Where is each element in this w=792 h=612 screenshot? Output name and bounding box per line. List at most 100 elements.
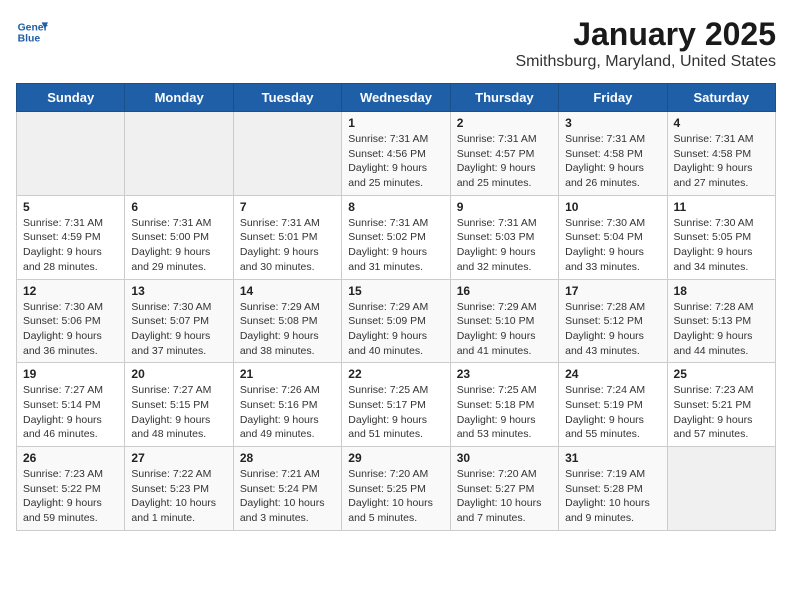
calendar-day-cell: 12 Sunrise: 7:30 AM Sunset: 5:06 PM Dayli…	[17, 279, 125, 363]
calendar-day-cell: 16 Sunrise: 7:29 AM Sunset: 5:10 PM Dayli…	[450, 279, 558, 363]
calendar-week-5: 26 Sunrise: 7:23 AM Sunset: 5:22 PM Dayli…	[17, 447, 776, 531]
weekday-header-monday: Monday	[125, 84, 233, 112]
day-number: 24	[565, 367, 660, 381]
day-info: Sunrise: 7:26 AM Sunset: 5:16 PM Dayligh…	[240, 383, 335, 442]
calendar-day-cell: 25 Sunrise: 7:23 AM Sunset: 5:21 PM Dayli…	[667, 363, 775, 447]
weekday-header-wednesday: Wednesday	[342, 84, 450, 112]
day-info: Sunrise: 7:20 AM Sunset: 5:25 PM Dayligh…	[348, 467, 443, 526]
calendar-day-cell: 6 Sunrise: 7:31 AM Sunset: 5:00 PM Daylig…	[125, 195, 233, 279]
day-info: Sunrise: 7:27 AM Sunset: 5:15 PM Dayligh…	[131, 383, 226, 442]
day-number: 13	[131, 284, 226, 298]
day-number: 19	[23, 367, 118, 381]
logo: General Blue	[16, 16, 48, 48]
day-number: 26	[23, 451, 118, 465]
day-number: 25	[674, 367, 769, 381]
day-info: Sunrise: 7:20 AM Sunset: 5:27 PM Dayligh…	[457, 467, 552, 526]
day-number: 1	[348, 116, 443, 130]
day-info: Sunrise: 7:27 AM Sunset: 5:14 PM Dayligh…	[23, 383, 118, 442]
day-number: 14	[240, 284, 335, 298]
day-info: Sunrise: 7:31 AM Sunset: 4:58 PM Dayligh…	[565, 132, 660, 191]
calendar-day-cell: 18 Sunrise: 7:28 AM Sunset: 5:13 PM Dayli…	[667, 279, 775, 363]
day-info: Sunrise: 7:21 AM Sunset: 5:24 PM Dayligh…	[240, 467, 335, 526]
day-number: 18	[674, 284, 769, 298]
day-number: 12	[23, 284, 118, 298]
calendar-day-cell: 2 Sunrise: 7:31 AM Sunset: 4:57 PM Daylig…	[450, 112, 558, 196]
day-number: 30	[457, 451, 552, 465]
day-info: Sunrise: 7:30 AM Sunset: 5:04 PM Dayligh…	[565, 216, 660, 275]
day-info: Sunrise: 7:31 AM Sunset: 5:02 PM Dayligh…	[348, 216, 443, 275]
day-number: 10	[565, 200, 660, 214]
day-number: 28	[240, 451, 335, 465]
calendar-week-4: 19 Sunrise: 7:27 AM Sunset: 5:14 PM Dayli…	[17, 363, 776, 447]
day-info: Sunrise: 7:30 AM Sunset: 5:07 PM Dayligh…	[131, 300, 226, 359]
calendar-day-cell: 5 Sunrise: 7:31 AM Sunset: 4:59 PM Daylig…	[17, 195, 125, 279]
weekday-header-saturday: Saturday	[667, 84, 775, 112]
calendar-day-cell	[233, 112, 341, 196]
day-info: Sunrise: 7:19 AM Sunset: 5:28 PM Dayligh…	[565, 467, 660, 526]
day-info: Sunrise: 7:29 AM Sunset: 5:10 PM Dayligh…	[457, 300, 552, 359]
day-info: Sunrise: 7:31 AM Sunset: 4:59 PM Dayligh…	[23, 216, 118, 275]
day-info: Sunrise: 7:30 AM Sunset: 5:06 PM Dayligh…	[23, 300, 118, 359]
calendar-day-cell: 19 Sunrise: 7:27 AM Sunset: 5:14 PM Dayli…	[17, 363, 125, 447]
day-number: 23	[457, 367, 552, 381]
day-info: Sunrise: 7:31 AM Sunset: 5:00 PM Dayligh…	[131, 216, 226, 275]
calendar-day-cell: 22Sunrise: 7:25 AM Sunset: 5:17 PM Dayli…	[342, 363, 450, 447]
calendar-day-cell: 3 Sunrise: 7:31 AM Sunset: 4:58 PM Daylig…	[559, 112, 667, 196]
day-number: 6	[131, 200, 226, 214]
calendar-day-cell: 26 Sunrise: 7:23 AM Sunset: 5:22 PM Dayli…	[17, 447, 125, 531]
day-number: 22	[348, 367, 443, 381]
calendar-day-cell: 28 Sunrise: 7:21 AM Sunset: 5:24 PM Dayli…	[233, 447, 341, 531]
day-number: 8	[348, 200, 443, 214]
day-info: Sunrise: 7:25 AM Sunset: 5:18 PM Dayligh…	[457, 383, 552, 442]
calendar-day-cell: 1 Sunrise: 7:31 AM Sunset: 4:56 PM Daylig…	[342, 112, 450, 196]
day-number: 20	[131, 367, 226, 381]
calendar-table: SundayMondayTuesdayWednesdayThursdayFrid…	[16, 83, 776, 531]
day-info: Sunrise: 7:31 AM Sunset: 5:03 PM Dayligh…	[457, 216, 552, 275]
calendar-day-cell	[17, 112, 125, 196]
svg-text:Blue: Blue	[18, 34, 41, 45]
day-info: Sunrise: 7:29 AM Sunset: 5:08 PM Dayligh…	[240, 300, 335, 359]
calendar-day-cell: 24 Sunrise: 7:24 AM Sunset: 5:19 PM Dayli…	[559, 363, 667, 447]
calendar-day-cell: 8 Sunrise: 7:31 AM Sunset: 5:02 PM Daylig…	[342, 195, 450, 279]
day-info: Sunrise: 7:31 AM Sunset: 5:01 PM Dayligh…	[240, 216, 335, 275]
day-info: Sunrise: 7:31 AM Sunset: 4:56 PM Dayligh…	[348, 132, 443, 191]
calendar-day-cell: 30 Sunrise: 7:20 AM Sunset: 5:27 PM Dayli…	[450, 447, 558, 531]
day-number: 16	[457, 284, 552, 298]
day-info: Sunrise: 7:31 AM Sunset: 4:58 PM Dayligh…	[674, 132, 769, 191]
day-number: 2	[457, 116, 552, 130]
day-number: 21	[240, 367, 335, 381]
calendar-week-1: 1 Sunrise: 7:31 AM Sunset: 4:56 PM Daylig…	[17, 112, 776, 196]
day-info: Sunrise: 7:24 AM Sunset: 5:19 PM Dayligh…	[565, 383, 660, 442]
day-info: Sunrise: 7:28 AM Sunset: 5:13 PM Dayligh…	[674, 300, 769, 359]
day-number: 17	[565, 284, 660, 298]
calendar-day-cell: 14 Sunrise: 7:29 AM Sunset: 5:08 PM Dayli…	[233, 279, 341, 363]
day-number: 5	[23, 200, 118, 214]
calendar-day-cell: 29Sunrise: 7:20 AM Sunset: 5:25 PM Dayli…	[342, 447, 450, 531]
day-info: Sunrise: 7:23 AM Sunset: 5:22 PM Dayligh…	[23, 467, 118, 526]
day-info: Sunrise: 7:23 AM Sunset: 5:21 PM Dayligh…	[674, 383, 769, 442]
calendar-day-cell: 9 Sunrise: 7:31 AM Sunset: 5:03 PM Daylig…	[450, 195, 558, 279]
day-number: 4	[674, 116, 769, 130]
calendar-week-2: 5 Sunrise: 7:31 AM Sunset: 4:59 PM Daylig…	[17, 195, 776, 279]
weekday-header-thursday: Thursday	[450, 84, 558, 112]
day-number: 3	[565, 116, 660, 130]
calendar-day-cell: 4 Sunrise: 7:31 AM Sunset: 4:58 PM Daylig…	[667, 112, 775, 196]
title-section: January 2025 Smithsburg, Maryland, Unite…	[515, 16, 776, 71]
day-info: Sunrise: 7:31 AM Sunset: 4:57 PM Dayligh…	[457, 132, 552, 191]
calendar-day-cell: 23 Sunrise: 7:25 AM Sunset: 5:18 PM Dayli…	[450, 363, 558, 447]
calendar-day-cell: 7Sunrise: 7:31 AM Sunset: 5:01 PM Daylig…	[233, 195, 341, 279]
calendar-day-cell: 20 Sunrise: 7:27 AM Sunset: 5:15 PM Dayli…	[125, 363, 233, 447]
month-title: January 2025	[515, 16, 776, 53]
weekday-header-sunday: Sunday	[17, 84, 125, 112]
day-number: 15	[348, 284, 443, 298]
day-info: Sunrise: 7:28 AM Sunset: 5:12 PM Dayligh…	[565, 300, 660, 359]
day-number: 11	[674, 200, 769, 214]
day-info: Sunrise: 7:29 AM Sunset: 5:09 PM Dayligh…	[348, 300, 443, 359]
day-number: 31	[565, 451, 660, 465]
calendar-day-cell: 15 Sunrise: 7:29 AM Sunset: 5:09 PM Dayli…	[342, 279, 450, 363]
day-number: 9	[457, 200, 552, 214]
location-title: Smithsburg, Maryland, United States	[515, 53, 776, 71]
day-number: 27	[131, 451, 226, 465]
calendar-day-cell	[667, 447, 775, 531]
calendar-day-cell: 27Sunrise: 7:22 AM Sunset: 5:23 PM Dayli…	[125, 447, 233, 531]
